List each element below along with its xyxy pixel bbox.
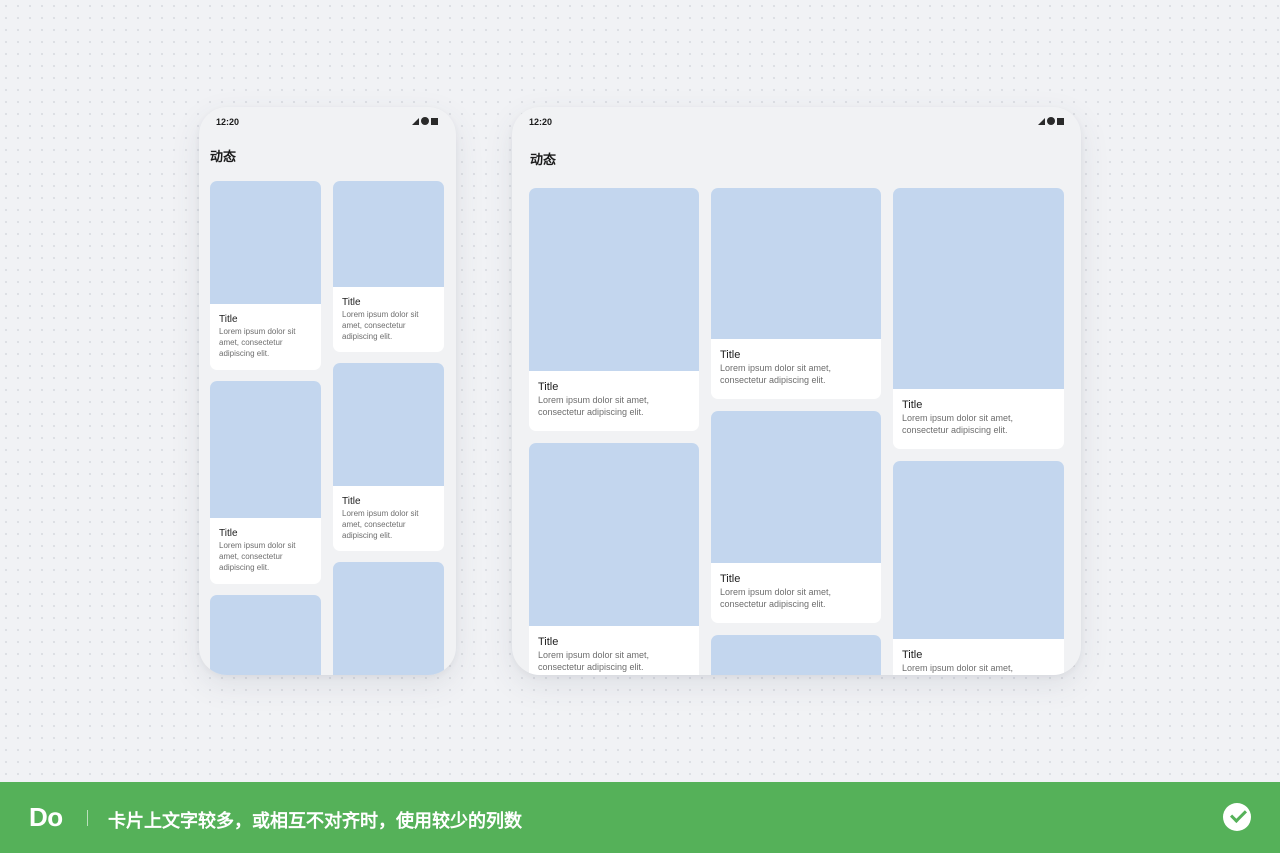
card-description: Lorem ipsum dolor sit amet, consectetur …: [720, 587, 832, 609]
card-title: Title: [720, 349, 741, 361]
card-image: [893, 461, 1064, 639]
page-title: 动态: [210, 149, 237, 164]
card-body: Title Lorem ipsum dolor sit amet, consec…: [711, 563, 881, 623]
card-title: Title: [219, 528, 238, 539]
status-time: 12:20: [529, 117, 553, 127]
card-body: Title Lorem ipsum dolor sit amet, consec…: [529, 371, 699, 431]
card-description: Lorem ipsum dolor sit amet, consectetur …: [538, 650, 650, 672]
card-image: [333, 363, 444, 486]
tablet-frame: 12:20 动态 Title Lorem ipsum dolor sit ame…: [512, 107, 1081, 675]
card-title: Title: [720, 573, 741, 585]
card-image: [529, 188, 699, 371]
card-title: Title: [342, 496, 361, 507]
status-icons: [1038, 117, 1064, 125]
status-bar: 12:20: [512, 107, 1081, 137]
guideline-text: 卡片上文字较多，或相互不对齐时，使用较少的列数: [108, 811, 522, 831]
card-image: [711, 635, 881, 675]
do-label: Do: [29, 802, 63, 832]
card-column-3: Title Lorem ipsum dolor sit amet, consec…: [893, 188, 1064, 675]
card[interactable]: Title Lorem ipsum dolor sit amet, consec…: [210, 381, 321, 584]
status-icons: [412, 117, 438, 125]
card-body: Title Lorem ipsum dolor sit amet, consec…: [333, 287, 444, 352]
card-title: Title: [538, 636, 559, 648]
card[interactable]: Title Lorem ipsum dolor sit amet, consec…: [529, 188, 699, 431]
card-column-1: Title Lorem ipsum dolor sit amet, consec…: [529, 188, 699, 675]
card-description: Lorem ipsum dolor sit amet, consectetur …: [342, 310, 419, 341]
card-body: Title Lorem ipsum dolor sit amet, consec…: [529, 626, 699, 675]
card-image: [210, 381, 321, 518]
card-image: [529, 443, 699, 626]
card-image: [210, 181, 321, 304]
card[interactable]: [210, 595, 321, 675]
card[interactable]: Title Lorem ipsum dolor sit amet, consec…: [711, 188, 881, 399]
card[interactable]: [333, 562, 444, 675]
card-image: [711, 188, 881, 339]
card-image: [333, 181, 444, 287]
wifi-icon: [1047, 117, 1055, 125]
card-column-1: Title Lorem ipsum dolor sit amet, consec…: [210, 181, 321, 675]
card-image: [333, 562, 444, 675]
card-body: Title Lorem ipsum dolor sit amet,: [893, 639, 1064, 675]
page-title: 动态: [530, 152, 557, 167]
card[interactable]: Title Lorem ipsum dolor sit amet, consec…: [893, 188, 1064, 449]
card[interactable]: Title Lorem ipsum dolor sit amet, consec…: [711, 411, 881, 623]
card[interactable]: Title Lorem ipsum dolor sit amet, consec…: [210, 181, 321, 370]
battery-icon: [431, 117, 438, 125]
phone-frame: 12:20 动态 Title Lorem ipsum dolor sit ame…: [199, 107, 456, 675]
card-image: [210, 595, 321, 675]
guideline-bar: Do 卡片上文字较多，或相互不对齐时，使用较少的列数: [0, 782, 1280, 853]
card[interactable]: Title Lorem ipsum dolor sit amet, consec…: [333, 363, 444, 551]
card-body: Title Lorem ipsum dolor sit amet, consec…: [893, 389, 1064, 449]
card-column-2: Title Lorem ipsum dolor sit amet, consec…: [333, 181, 444, 675]
card[interactable]: [711, 635, 881, 675]
card-title: Title: [902, 399, 923, 411]
card-image: [711, 411, 881, 563]
wifi-icon: [421, 117, 429, 125]
status-time: 12:20: [216, 117, 240, 127]
card-description: Lorem ipsum dolor sit amet, consectetur …: [538, 395, 650, 417]
card-description: Lorem ipsum dolor sit amet, consectetur …: [219, 541, 296, 572]
card[interactable]: Title Lorem ipsum dolor sit amet, consec…: [333, 181, 444, 352]
battery-icon: [1057, 117, 1064, 125]
card-description: Lorem ipsum dolor sit amet, consectetur …: [219, 327, 296, 358]
card-description: Lorem ipsum dolor sit amet, consectetur …: [720, 363, 832, 385]
signal-icon: [1038, 117, 1045, 125]
card-description: Lorem ipsum dolor sit amet, consectetur …: [342, 509, 419, 540]
card-column-2: Title Lorem ipsum dolor sit amet, consec…: [711, 188, 881, 675]
card-body: Title Lorem ipsum dolor sit amet, consec…: [210, 518, 321, 584]
divider: [87, 810, 88, 826]
signal-icon: [412, 117, 419, 125]
card[interactable]: Title Lorem ipsum dolor sit amet,: [893, 461, 1064, 675]
card-description: Lorem ipsum dolor sit amet, consectetur …: [902, 413, 1014, 435]
card-description: Lorem ipsum dolor sit amet,: [902, 663, 1014, 673]
card-body: Title Lorem ipsum dolor sit amet, consec…: [711, 339, 881, 399]
status-bar: 12:20: [199, 107, 456, 137]
card-title: Title: [538, 381, 559, 393]
card[interactable]: Title Lorem ipsum dolor sit amet, consec…: [529, 443, 699, 675]
card-body: Title Lorem ipsum dolor sit amet, consec…: [210, 304, 321, 370]
card-title: Title: [902, 649, 923, 661]
check-circle-icon: [1223, 803, 1251, 831]
card-title: Title: [219, 314, 238, 325]
card-body: Title Lorem ipsum dolor sit amet, consec…: [333, 486, 444, 551]
card-title: Title: [342, 297, 361, 308]
card-image: [893, 188, 1064, 389]
